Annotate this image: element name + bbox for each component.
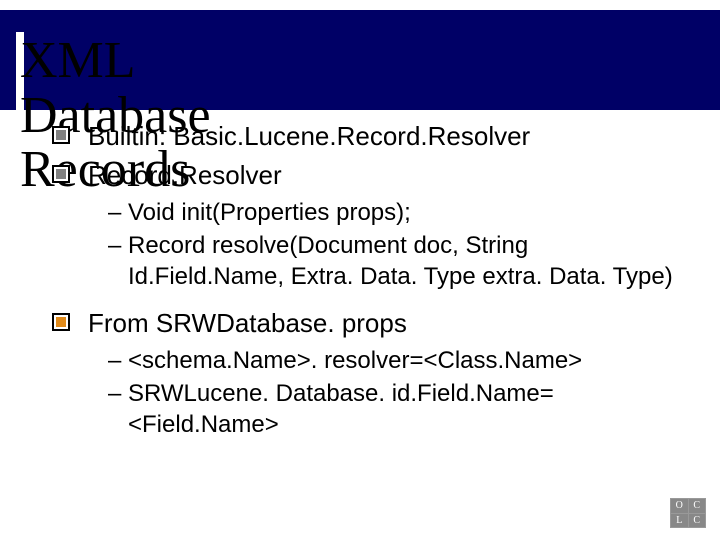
bullet-item: Record.Resolver xyxy=(52,159,690,192)
bullet-item: From SRWDatabase. props xyxy=(52,307,690,340)
sub-list: Void init(Properties props); Record reso… xyxy=(108,197,690,293)
bullet-text: From SRWDatabase. props xyxy=(88,308,407,338)
logo-cell: C xyxy=(689,514,706,528)
oclc-logo: O C L C xyxy=(670,498,706,528)
sub-item: SRWLucene. Database. id.Field.Name= <Fie… xyxy=(108,378,690,440)
sub-item-text: <schema.Name>. resolver=<Class.Name> xyxy=(128,347,582,374)
sub-item-text: SRWLucene. Database. id.Field.Name= <Fie… xyxy=(128,380,554,438)
bullet-text: Builtin: Basic.Lucene.Record.Resolver xyxy=(88,121,530,151)
logo-cell: C xyxy=(689,499,706,513)
sub-item: Record resolve(Document doc, String Id.F… xyxy=(108,230,690,292)
square-bullet-icon xyxy=(52,126,70,144)
sub-item-text: Void init(Properties props); xyxy=(128,199,411,226)
sub-item-text: Record resolve(Document doc, String Id.F… xyxy=(128,232,673,290)
slide: XML Database Records Builtin: Basic.Luce… xyxy=(0,0,720,540)
logo-cell: L xyxy=(671,514,688,528)
square-bullet-icon xyxy=(52,165,70,183)
square-bullet-icon xyxy=(52,313,70,331)
content-area: Builtin: Basic.Lucene.Record.Resolver Re… xyxy=(52,120,690,455)
bullet-item: Builtin: Basic.Lucene.Record.Resolver xyxy=(52,120,690,153)
bullet-text: Record.Resolver xyxy=(88,160,282,190)
sub-item: <schema.Name>. resolver=<Class.Name> xyxy=(108,345,690,376)
sub-item: Void init(Properties props); xyxy=(108,197,690,228)
slide-title: XML Database Records xyxy=(16,32,24,198)
logo-cell: O xyxy=(671,499,688,513)
sub-list: <schema.Name>. resolver=<Class.Name> SRW… xyxy=(108,345,690,441)
